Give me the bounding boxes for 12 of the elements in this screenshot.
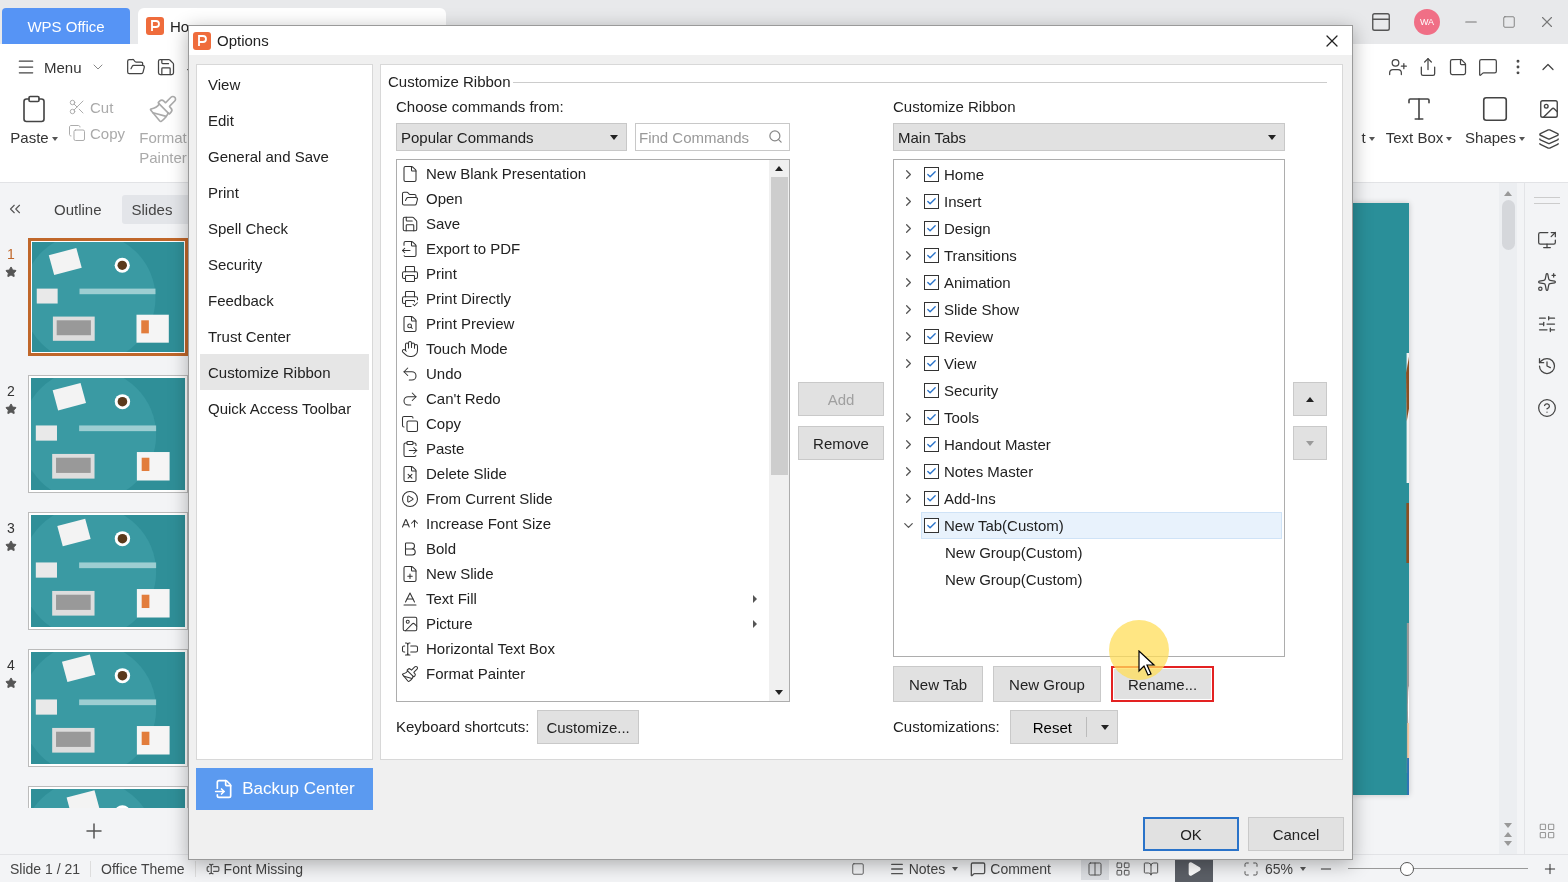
tab-title: Ho bbox=[170, 17, 190, 35]
shortcuts-label: Keyboard shortcuts: bbox=[396, 717, 530, 738]
slide-count: Slide 1 / 21 bbox=[10, 860, 92, 877]
customizations-label: Customizations: bbox=[893, 717, 1000, 738]
dialog-title: Options bbox=[217, 32, 269, 50]
ribbon-label: Customize Ribbon bbox=[893, 97, 1017, 118]
slide-number: 4 bbox=[7, 657, 15, 673]
slide-number: 3 bbox=[7, 520, 15, 536]
slide-number: 1 bbox=[7, 246, 15, 262]
section-title: Customize Ribbon bbox=[388, 72, 511, 90]
slide-number: 2 bbox=[7, 383, 15, 399]
commands-label: Choose commands from: bbox=[396, 97, 565, 118]
